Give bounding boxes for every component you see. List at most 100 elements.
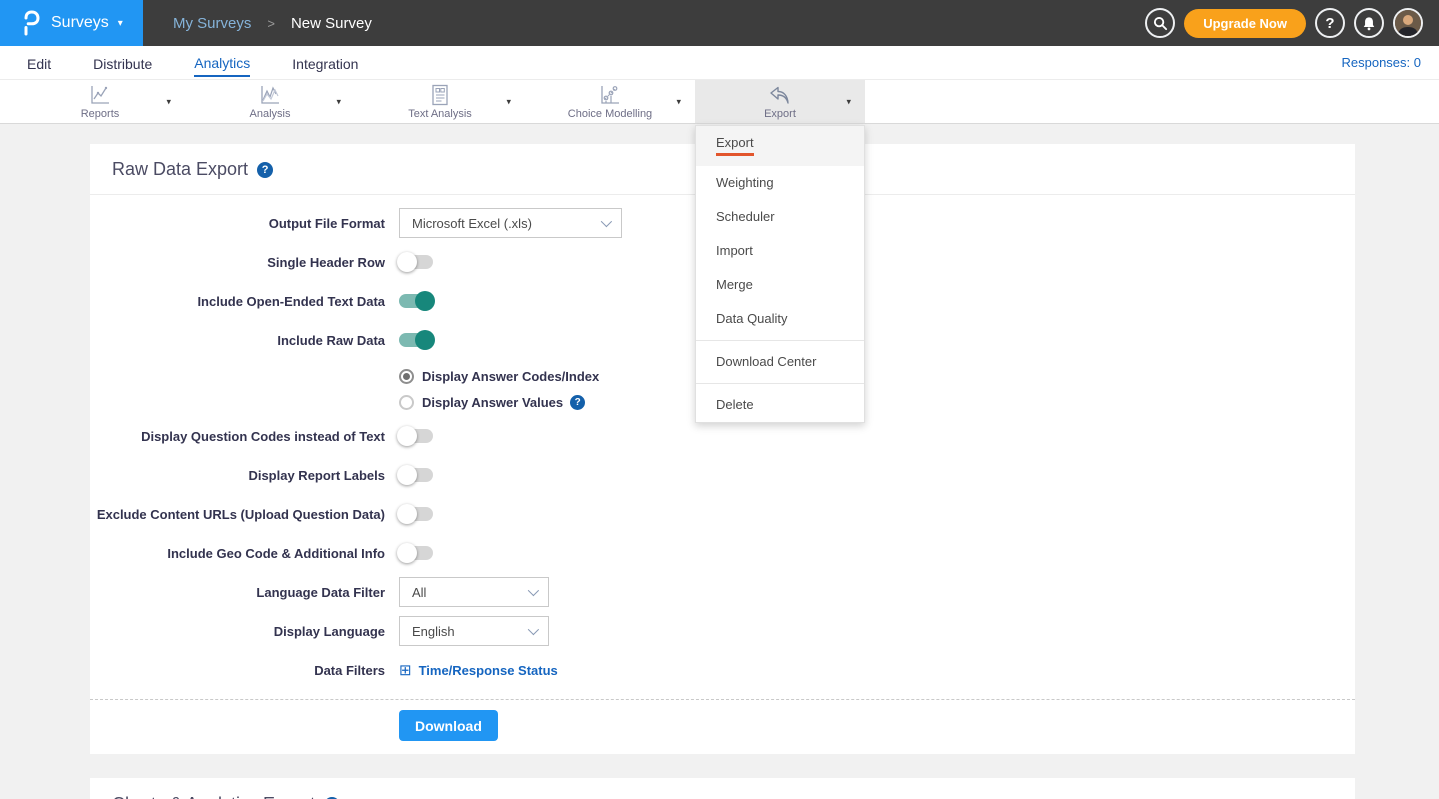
- open-ended-toggle[interactable]: [399, 294, 433, 308]
- product-label: Surveys: [51, 14, 109, 32]
- surveys-product-menu[interactable]: Surveys ▾: [0, 0, 143, 46]
- caret-down-icon[interactable]: ▾: [336, 96, 341, 107]
- menu-item-export[interactable]: Export: [696, 126, 864, 166]
- survey-tab-bar: Edit Distribute Analytics Integration Re…: [0, 46, 1439, 80]
- open-ended-label: Include Open-Ended Text Data: [90, 294, 385, 309]
- bell-icon: [1362, 16, 1376, 31]
- report-labels-label: Display Report Labels: [90, 468, 385, 483]
- language-filter-value: All: [412, 585, 426, 600]
- download-button[interactable]: Download: [399, 710, 498, 741]
- text-analysis-icon: [430, 84, 450, 106]
- choice-modelling-icon: [598, 84, 622, 106]
- analytics-toolbar: Reports ▾ Analysis ▾ Text Analysis ▾ Cho…: [0, 80, 1439, 124]
- answer-values-radio-label: Display Answer Values: [422, 395, 563, 410]
- caret-down-icon: ▾: [118, 18, 123, 29]
- report-labels-toggle[interactable]: [399, 468, 433, 482]
- question-mark-icon: ?: [1325, 15, 1334, 32]
- caret-down-icon[interactable]: ▾: [506, 96, 511, 107]
- answer-codes-radio[interactable]: [399, 369, 414, 384]
- tab-edit[interactable]: Edit: [27, 50, 51, 76]
- toolbar-reports[interactable]: Reports ▾: [15, 80, 185, 123]
- exclude-urls-label: Exclude Content URLs (Upload Question Da…: [90, 507, 385, 522]
- toolbar-analysis-label: Analysis: [250, 108, 291, 120]
- charts-analytics-export-title: Charts & Analytics Export: [112, 794, 315, 799]
- caret-down-icon[interactable]: ▾: [676, 96, 681, 107]
- toolbar-text-analysis[interactable]: Text Analysis ▾: [355, 80, 525, 123]
- breadcrumb-current-survey: New Survey: [291, 15, 372, 32]
- menu-item-weighting[interactable]: Weighting: [696, 166, 864, 200]
- display-language-select[interactable]: English: [399, 616, 549, 646]
- responses-count: Responses: 0: [1342, 55, 1422, 70]
- caret-down-icon[interactable]: ▾: [166, 96, 171, 107]
- toggle-knob: [415, 330, 435, 350]
- toolbar-choice-modelling-label: Choice Modelling: [568, 108, 652, 120]
- toggle-knob: [397, 252, 417, 272]
- chevron-down-icon: [601, 216, 612, 227]
- add-filter-icon[interactable]: ⊞: [399, 661, 412, 679]
- language-filter-select[interactable]: All: [399, 577, 549, 607]
- tab-integration[interactable]: Integration: [292, 50, 358, 76]
- geo-code-toggle[interactable]: [399, 546, 433, 560]
- question-codes-row: Display Question Codes instead of Text: [90, 421, 1355, 451]
- tab-analytics[interactable]: Analytics: [194, 49, 250, 77]
- raw-data-toggle[interactable]: [399, 333, 433, 347]
- toolbar-text-analysis-label: Text Analysis: [408, 108, 472, 120]
- toolbar-export-label: Export: [764, 108, 796, 120]
- single-header-toggle[interactable]: [399, 255, 433, 269]
- chevron-down-icon: [528, 624, 539, 635]
- toolbar-export[interactable]: Export ▾: [695, 80, 865, 123]
- help-button[interactable]: ?: [1315, 8, 1345, 38]
- toggle-knob: [397, 465, 417, 485]
- toggle-knob: [415, 291, 435, 311]
- display-language-row: Display Language English: [90, 616, 1355, 646]
- toolbar-choice-modelling[interactable]: Choice Modelling ▾: [525, 80, 695, 123]
- menu-item-scheduler[interactable]: Scheduler: [696, 200, 864, 234]
- data-filters-label: Data Filters: [90, 663, 385, 678]
- toggle-knob: [397, 426, 417, 446]
- language-filter-row: Language Data Filter All: [90, 577, 1355, 607]
- menu-item-data-quality[interactable]: Data Quality: [696, 302, 864, 336]
- language-filter-label: Language Data Filter: [90, 585, 385, 600]
- menu-item-merge[interactable]: Merge: [696, 268, 864, 302]
- toggle-knob: [397, 504, 417, 524]
- output-file-format-label: Output File Format: [90, 216, 385, 231]
- display-language-label: Display Language: [90, 624, 385, 639]
- search-icon: [1153, 16, 1168, 31]
- tab-distribute[interactable]: Distribute: [93, 50, 152, 76]
- menu-divider: [696, 383, 864, 384]
- notifications-button[interactable]: [1354, 8, 1384, 38]
- avatar[interactable]: [1393, 8, 1423, 38]
- menu-divider: [696, 340, 864, 341]
- raw-data-export-help-icon[interactable]: ?: [257, 162, 273, 178]
- caret-down-icon[interactable]: ▾: [846, 96, 851, 107]
- upgrade-now-button[interactable]: Upgrade Now: [1184, 9, 1306, 38]
- question-codes-label: Display Question Codes instead of Text: [90, 429, 385, 444]
- breadcrumb-separator-icon: >: [267, 16, 275, 31]
- answer-values-radio[interactable]: [399, 395, 414, 410]
- answer-codes-radio-label: Display Answer Codes/Index: [422, 369, 599, 384]
- search-button[interactable]: [1145, 8, 1175, 38]
- questionpro-logo-icon: [21, 10, 41, 36]
- exclude-urls-toggle[interactable]: [399, 507, 433, 521]
- breadcrumb-my-surveys[interactable]: My Surveys: [173, 15, 251, 32]
- avatar-photo: [1395, 10, 1421, 36]
- report-labels-row: Display Report Labels: [90, 460, 1355, 490]
- export-arrow-icon: [768, 84, 792, 106]
- geo-code-label: Include Geo Code & Additional Info: [90, 546, 385, 561]
- topbar-actions: Upgrade Now ?: [1145, 0, 1439, 46]
- geo-code-row: Include Geo Code & Additional Info: [90, 538, 1355, 568]
- question-codes-toggle[interactable]: [399, 429, 433, 443]
- menu-item-import[interactable]: Import: [696, 234, 864, 268]
- output-file-format-select[interactable]: Microsoft Excel (.xls): [399, 208, 622, 238]
- chevron-down-icon: [528, 585, 539, 596]
- output-file-format-value: Microsoft Excel (.xls): [412, 216, 532, 231]
- answer-values-help-icon[interactable]: ?: [570, 395, 585, 410]
- time-response-status-link[interactable]: Time/Response Status: [419, 663, 558, 678]
- data-filters-row: Data Filters ⊞ Time/Response Status: [90, 655, 1355, 685]
- menu-item-download-center[interactable]: Download Center: [696, 345, 864, 379]
- breadcrumb: My Surveys > New Survey: [173, 0, 372, 46]
- menu-item-delete[interactable]: Delete: [696, 388, 864, 422]
- single-header-label: Single Header Row: [90, 255, 385, 270]
- analysis-chart-icon: [258, 84, 282, 106]
- toolbar-analysis[interactable]: Analysis ▾: [185, 80, 355, 123]
